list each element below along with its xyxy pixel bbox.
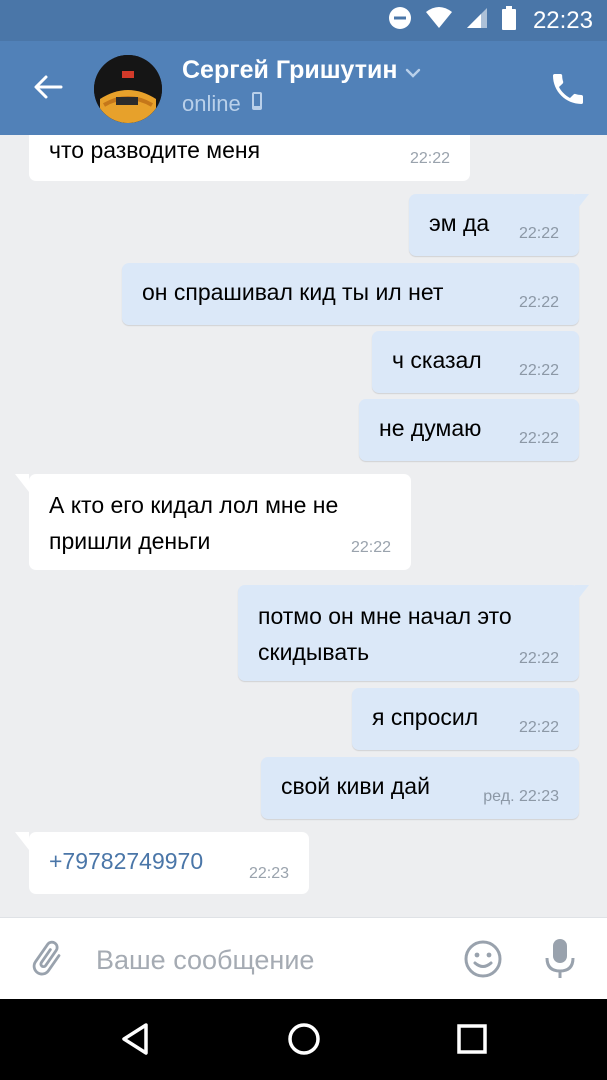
message-incoming[interactable]: +79782749970 22:23 bbox=[15, 832, 309, 894]
bubble-tail bbox=[15, 832, 29, 850]
back-button[interactable] bbox=[22, 67, 74, 111]
contact-name-text: Сергей Гришутин bbox=[182, 56, 398, 84]
status-time: 22:23 bbox=[532, 6, 593, 34]
emoji-icon bbox=[462, 940, 504, 984]
message-text: ч сказал bbox=[392, 347, 482, 373]
message-time: 22:22 bbox=[518, 430, 559, 447]
status-icons: 22:23 bbox=[387, 0, 593, 41]
bubble-tail bbox=[575, 194, 589, 212]
message-text: свой киви дай bbox=[281, 773, 430, 799]
message-text-line: скидывать bbox=[258, 639, 370, 665]
chevron-down-icon bbox=[405, 56, 421, 85]
paperclip-icon bbox=[26, 940, 68, 984]
message-incoming[interactable]: что разводите меня 22:22 bbox=[29, 135, 470, 181]
chat-header: Сергей Гришутин online bbox=[0, 41, 607, 135]
microphone-button[interactable] bbox=[540, 936, 580, 982]
message-text: он спрашивал кид ты ил нет bbox=[142, 279, 444, 305]
message-text-line: потмо он мне начал это bbox=[258, 603, 512, 629]
message-outgoing[interactable]: он спрашивал кид ты ил нет 22:22 bbox=[122, 263, 579, 325]
system-nav-bar bbox=[0, 999, 607, 1080]
message-time: 22:22 bbox=[518, 225, 559, 242]
message-time: 22:22 bbox=[409, 150, 450, 167]
message-text: эм да bbox=[429, 210, 490, 236]
message-outgoing[interactable]: не думаю 22:22 bbox=[359, 399, 579, 461]
contact-status: online bbox=[182, 91, 263, 117]
home-circle-icon bbox=[286, 1021, 322, 1062]
avatar[interactable] bbox=[94, 55, 162, 123]
message-text-line: пришли деньги bbox=[49, 528, 211, 554]
message-time: ред. 22:23 bbox=[483, 788, 559, 805]
contact-name[interactable]: Сергей Гришутин bbox=[182, 56, 421, 85]
phone-icon bbox=[548, 74, 588, 113]
message-outgoing[interactable]: ч сказал 22:22 bbox=[372, 331, 579, 393]
message-time: 22:22 bbox=[518, 362, 559, 379]
wifi-icon bbox=[425, 6, 453, 35]
message-text-line: А кто его кидал лол мне не bbox=[49, 492, 339, 518]
do-not-disturb-icon bbox=[387, 5, 413, 36]
message-input[interactable] bbox=[96, 938, 436, 982]
online-status-text: online bbox=[182, 91, 241, 116]
message-time: 22:22 bbox=[350, 539, 391, 556]
message-composer bbox=[0, 917, 607, 999]
mobile-icon bbox=[251, 91, 263, 117]
phone-number-link[interactable]: +79782749970 bbox=[49, 844, 203, 879]
back-triangle-icon bbox=[118, 1021, 152, 1062]
message-incoming[interactable]: А кто его кидал лол мне не пришли деньги… bbox=[15, 474, 411, 570]
message-text: я спросил bbox=[372, 704, 479, 730]
message-outgoing[interactable]: эм да 22:22 bbox=[409, 194, 589, 256]
recents-square-icon bbox=[456, 1023, 488, 1060]
signal-icon bbox=[465, 6, 489, 35]
message-time: 22:22 bbox=[518, 719, 559, 736]
message-outgoing[interactable]: потмо он мне начал это скидывать 22:22 bbox=[238, 585, 589, 681]
battery-icon bbox=[501, 5, 517, 36]
bubble-tail bbox=[575, 585, 589, 603]
message-text: что разводите меня bbox=[49, 137, 261, 163]
message-outgoing[interactable]: я спросил 22:22 bbox=[352, 688, 579, 750]
message-time: 22:22 bbox=[518, 294, 559, 311]
message-list[interactable]: что разводите меня 22:22 эм да 22:22 он … bbox=[0, 135, 607, 917]
nav-recents-button[interactable] bbox=[450, 1019, 494, 1063]
message-time: 22:23 bbox=[248, 865, 289, 882]
nav-home-button[interactable] bbox=[282, 1019, 326, 1063]
emoji-button[interactable] bbox=[462, 938, 504, 980]
microphone-icon bbox=[540, 939, 580, 986]
status-bar: 22:23 bbox=[0, 0, 607, 41]
call-button[interactable] bbox=[548, 69, 588, 109]
attach-button[interactable] bbox=[26, 938, 68, 980]
back-arrow-icon bbox=[33, 74, 63, 105]
message-outgoing[interactable]: свой киви дай ред. 22:23 bbox=[261, 757, 579, 819]
bubble-tail bbox=[15, 474, 29, 492]
message-text: не думаю bbox=[379, 415, 482, 441]
nav-back-button[interactable] bbox=[113, 1019, 157, 1063]
message-time: 22:22 bbox=[518, 650, 559, 667]
